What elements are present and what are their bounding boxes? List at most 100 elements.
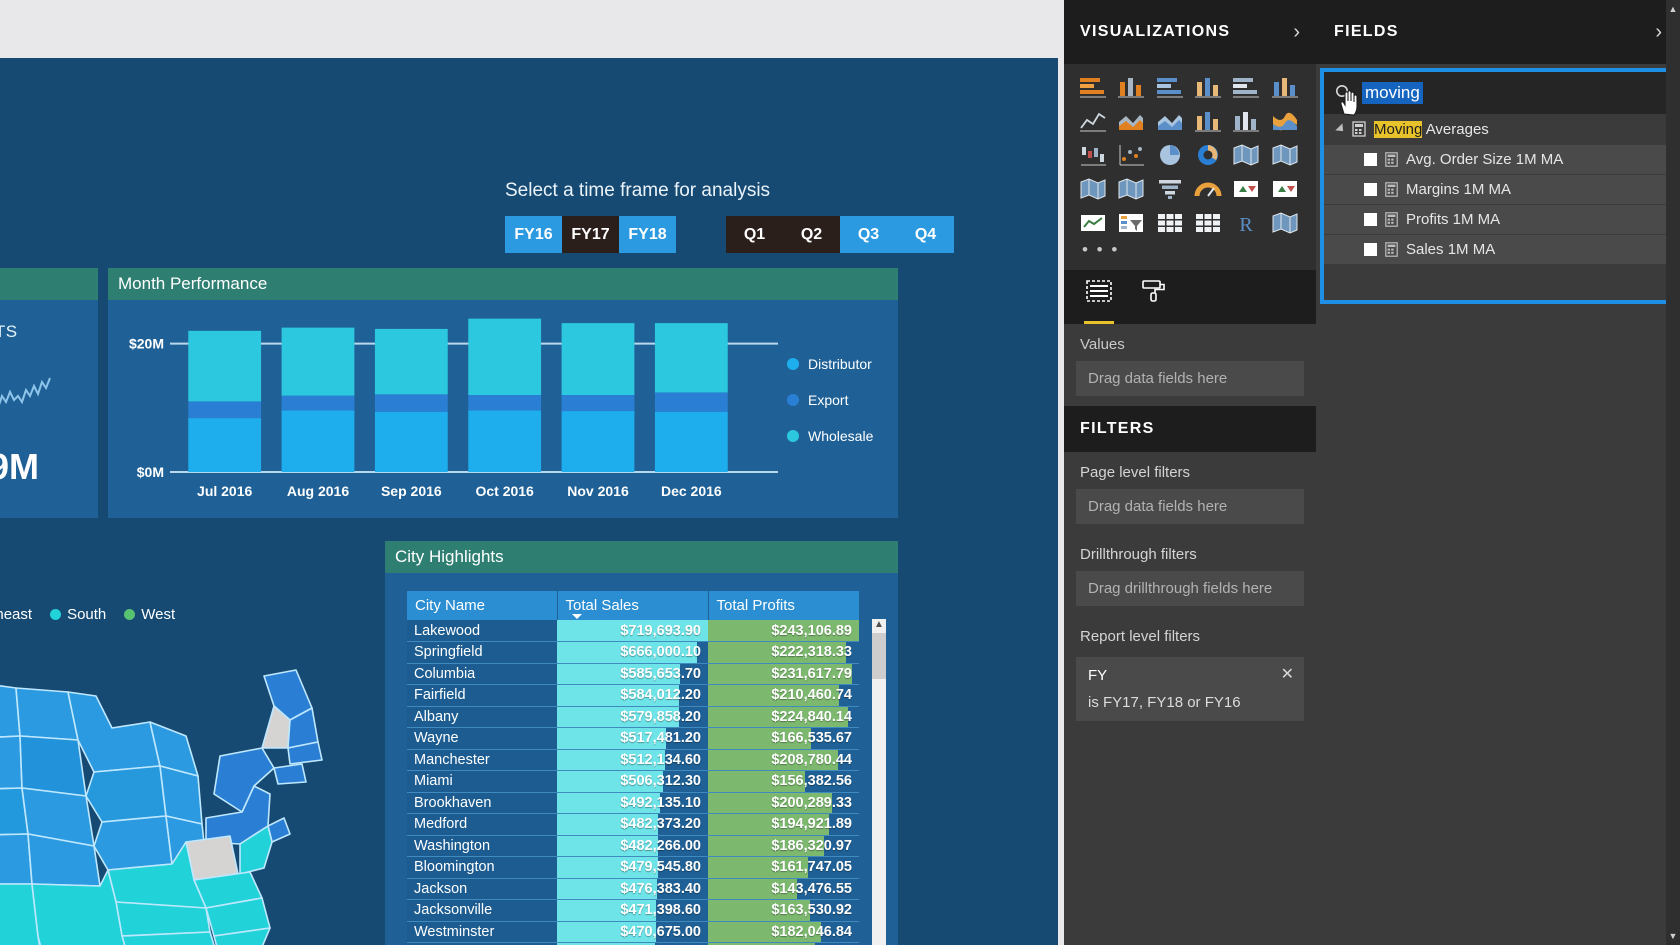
bar-segment[interactable] [374,411,448,472]
cell-total-sales[interactable]: $719,693.90 [557,620,708,642]
cell-city-name[interactable]: Columbia [407,663,557,685]
drillthrough-filters-drop-zone[interactable]: Drag drillthrough fields here [1076,571,1304,606]
page-level-filters-drop-zone[interactable]: Drag data fields here [1076,489,1304,524]
cell-total-profits[interactable]: $163,530.92 [708,899,859,922]
report-filter-card-fy[interactable]: FY is FY17, FY18 or FY16 ✕ [1076,657,1304,721]
field-checkbox[interactable] [1364,183,1377,196]
bar-segment[interactable] [561,395,635,412]
cell-total-sales[interactable]: $585,653.70 [557,663,708,685]
cell-total-sales[interactable]: $512,134.60 [557,749,708,771]
bar-segment[interactable] [374,328,448,395]
field-item-1[interactable]: Margins 1M MA [1324,174,1672,204]
cell-city-name[interactable]: Springfield [407,641,557,664]
cell-total-profits[interactable]: $210,460.74 [708,684,859,707]
cell-total-profits[interactable]: $161,747.05 [708,856,859,879]
table-row[interactable]: Springfield $666,000.10 $222,318.33 [407,641,859,664]
cell-city-name[interactable]: Manchester [407,749,557,771]
cell-total-sales[interactable]: $492,135.10 [557,792,708,814]
table-row[interactable]: Washington $482,266.00 $186,320.97 [407,835,859,857]
kpi-icon[interactable] [1078,210,1108,236]
cell-city-name[interactable]: Fairfield [407,684,557,707]
values-drop-zone[interactable]: Drag data fields here [1076,361,1304,396]
cell-city-name[interactable]: Albany [407,706,557,728]
table-row[interactable]: Columbia $585,653.70 $231,617.79 [407,663,859,685]
cell-total-sales[interactable]: $666,000.10 [557,641,708,664]
field-checkbox[interactable] [1364,243,1377,256]
table-row[interactable]: Miami $506,312.30 $156,382.56 [407,770,859,793]
bar-segment[interactable] [561,411,635,472]
matrix-icon[interactable] [1193,210,1223,236]
city-highlights-body[interactable]: City Name Total Sales Total Profits Lake… [385,573,898,945]
waterfall-chart-icon[interactable] [1078,142,1108,168]
cell-total-profits[interactable]: $231,617.79 [708,663,859,685]
scrollbar-thumb[interactable] [872,633,886,679]
cell-total-sales[interactable]: $579,858.20 [557,706,708,728]
time-frame-slicers[interactable]: FY16 FY17 FY18 Q1 Q2 Q3 Q4 [505,216,954,253]
clustered-bar-chart-icon[interactable] [1155,74,1185,100]
cell-total-sales[interactable]: $470,675.00 [557,921,708,943]
table-row[interactable]: Manchester $512,134.60 $208,780.44 [407,749,859,771]
cell-total-sales[interactable]: $476,383.40 [557,878,708,900]
regions-map[interactable] [0,636,410,945]
area-chart-icon[interactable] [1116,108,1146,134]
table-row[interactable]: Westminster $470,675.00 $182,046.84 [407,921,859,943]
table-row[interactable]: Medford $482,373.20 $194,921.89 [407,813,859,836]
visualizations-tabs[interactable] [1064,270,1316,324]
cell-total-sales[interactable]: $471,398.60 [557,899,708,922]
cell-total-profits[interactable]: $243,106.89 [708,620,859,642]
chevron-down-icon[interactable] [1335,123,1347,135]
table-row[interactable]: Fairfield $584,012.20 $210,460.74 [407,684,859,707]
ribbon-chart-icon[interactable] [1270,108,1300,134]
cell-total-profits[interactable]: $182,046.84 [708,921,859,943]
month-performance-body[interactable]: $0M $20M Jul 2016 Aug 2016 Sep 2016 Oct 2016 N… [108,300,898,518]
line-stacked-column-chart-icon[interactable] [1193,108,1223,134]
scroll-up-arrow-icon[interactable]: ▲ [874,619,884,631]
table-row[interactable]: Jacksonville $471,398.60 $163,530.92 [407,899,859,922]
city-highlights-table[interactable]: City Name Total Sales Total Profits Lake… [407,591,860,945]
cell-total-profits[interactable]: $224,840.14 [708,706,859,728]
cell-city-name[interactable]: Westminster [407,921,557,943]
cell-total-sales[interactable]: $482,266.00 [557,835,708,857]
bar-segment[interactable] [468,318,542,395]
legend-item-south[interactable]: South [50,606,106,623]
cell-city-name[interactable]: Jackson [407,878,557,900]
stacked-bar-chart-icon[interactable] [1078,74,1108,100]
cell-total-profits[interactable]: $200,289.33 [708,792,859,814]
field-item-0[interactable]: Avg. Order Size 1M MA [1324,144,1672,174]
bar-segment[interactable] [468,395,542,411]
treemap-icon[interactable] [1231,142,1261,168]
cell-city-name[interactable]: Lakewood [407,620,557,642]
field-item-2[interactable]: Profits 1M MA [1324,204,1672,234]
r-script-visual-icon[interactable]: R [1231,210,1261,236]
map-icon[interactable] [1270,142,1300,168]
us-map-svg[interactable] [0,636,410,945]
cell-total-profits[interactable]: $186,320.97 [708,835,859,857]
city-table-scrollbar[interactable]: ▲ [872,619,886,945]
search-input[interactable]: moving [1362,82,1423,104]
report-canvas[interactable]: MARY Select a time frame for analysis FY… [0,58,1058,945]
scatter-chart-icon[interactable] [1116,142,1146,168]
slicer-q1[interactable]: Q1 [726,216,783,253]
slicer-fy16[interactable]: FY16 [505,216,562,253]
region-legend[interactable]: Midwest Northeast South West [0,606,175,623]
slicer-fy18[interactable]: FY18 [619,216,676,253]
visual-type-grid[interactable]: R [1078,74,1302,236]
col-total-profits[interactable]: Total Profits [708,591,860,620]
cell-total-sales[interactable]: $517,481.20 [557,727,708,750]
table-row[interactable]: Lakewood $719,693.90 $243,106.89 [407,620,859,642]
100-stacked-bar-chart-icon[interactable] [1231,74,1261,100]
scroll-up-arrow-icon[interactable]: ▲ [1666,4,1680,14]
chevron-right-icon[interactable]: › [1655,22,1662,42]
funnel-icon[interactable] [1155,176,1185,202]
line-chart-icon[interactable] [1078,108,1108,134]
table-row[interactable]: Brookhaven $492,135.10 $200,289.33 [407,792,859,814]
100-stacked-column-chart-icon[interactable] [1270,74,1300,100]
cell-total-profits[interactable]: $156,382.56 [708,770,859,793]
filled-map-icon[interactable] [1078,176,1108,202]
fields-pane-right-edge[interactable]: ▲ ▼ [1666,0,1680,945]
cell-total-sales[interactable]: $479,545.80 [557,856,708,879]
table-row[interactable]: Albany $579,858.20 $224,840.14 [407,706,859,728]
cell-total-profits[interactable]: $194,921.89 [708,813,859,836]
shape-map-icon[interactable] [1116,176,1146,202]
ellipsis-icon[interactable]: • • • [1078,236,1302,264]
